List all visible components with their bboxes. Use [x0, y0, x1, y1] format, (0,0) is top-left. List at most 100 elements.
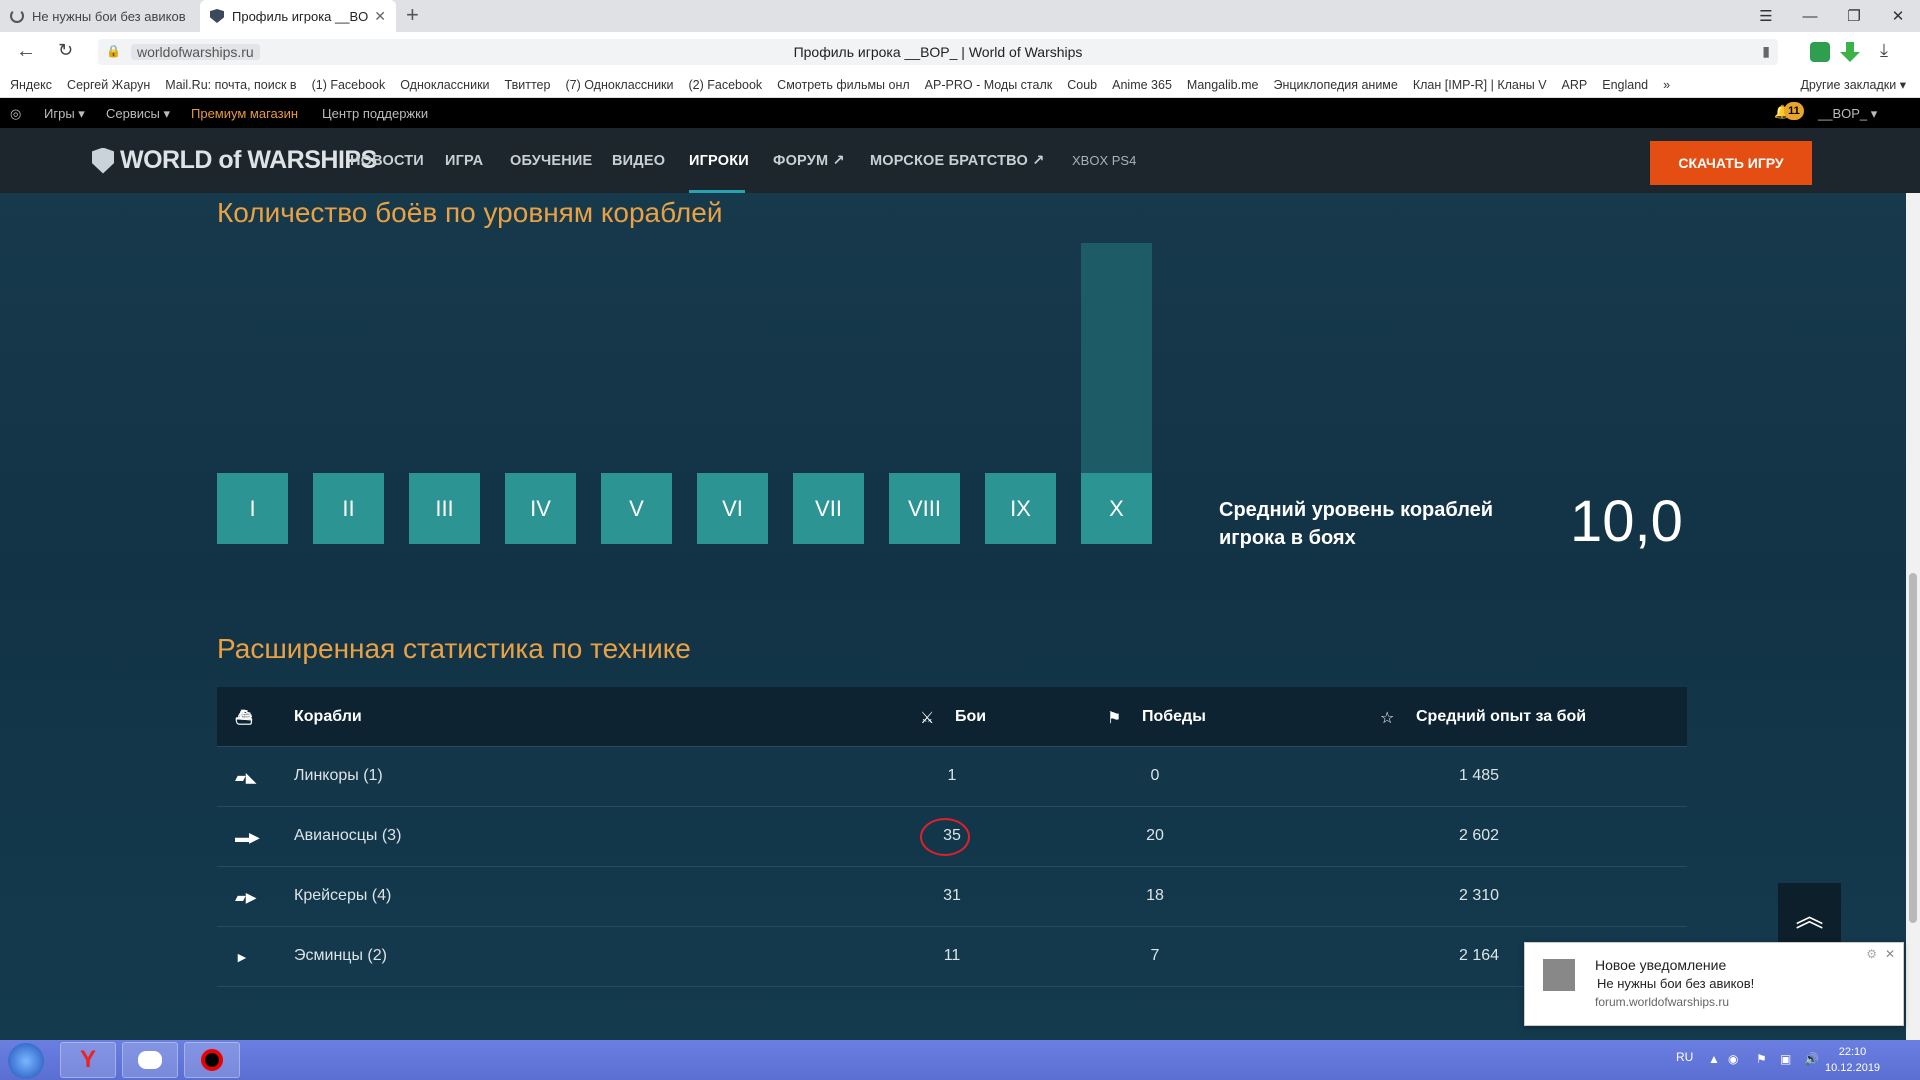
loading-icon: [10, 9, 24, 23]
bookmark-item[interactable]: (7) Одноклассники: [565, 78, 673, 92]
tier-column: IV: [505, 233, 576, 544]
discord-taskbar-button[interactable]: [122, 1042, 178, 1078]
bookmark-item[interactable]: Одноклассники: [400, 78, 489, 92]
nav-news[interactable]: НОВОСТИ: [350, 153, 424, 169]
bookmark-item[interactable]: Coub: [1067, 78, 1097, 92]
nav-game[interactable]: ИГРА: [445, 153, 483, 169]
tier-label[interactable]: VII: [793, 473, 864, 544]
wows-logo[interactable]: WORLD of WARSHIPS: [92, 146, 377, 175]
downloads-icon[interactable]: ⤓: [1880, 40, 1888, 61]
flag-icon[interactable]: ⚑: [1756, 1052, 1767, 1066]
avg-tier-value: 10,0: [1570, 489, 1683, 554]
download-game-button[interactable]: СКАЧАТЬ ИГРУ: [1650, 141, 1812, 185]
toast-title: Новое уведомление: [1595, 957, 1727, 973]
nav-forum[interactable]: ФОРУМ ↗: [773, 153, 845, 169]
tier-column: II: [313, 233, 384, 544]
taskbar-clock[interactable]: 22:10 10.12.2019: [1825, 1044, 1880, 1076]
tier-label[interactable]: III: [409, 473, 480, 544]
user-menu[interactable]: __BOP_ ▾: [1818, 106, 1877, 122]
close-icon[interactable]: ✕: [1885, 947, 1895, 961]
nav-players[interactable]: ИГРОКИ: [689, 153, 749, 169]
recorder-taskbar-button[interactable]: [184, 1042, 240, 1078]
extension-download-icon[interactable]: [1840, 42, 1860, 62]
minimize-icon[interactable]: —: [1788, 0, 1832, 32]
table-row[interactable]: ▰▶ Крейсеры (4) 31 18 2 310: [217, 867, 1687, 927]
language-indicator[interactable]: RU: [1676, 1050, 1693, 1064]
nav-learning[interactable]: ОБУЧЕНИЕ: [510, 153, 592, 169]
tray-app-icon[interactable]: ◉: [1728, 1052, 1738, 1066]
premium-shop-link[interactable]: Премиум магазин: [191, 106, 298, 121]
tier-label[interactable]: IV: [505, 473, 576, 544]
support-center-link[interactable]: Центр поддержки: [322, 106, 428, 121]
bookmarks-more-button[interactable]: »: [1663, 78, 1670, 92]
nav-video[interactable]: ВИДЕО: [612, 153, 665, 169]
bookmark-item[interactable]: Mail.Ru: почта, поиск в: [165, 78, 296, 92]
scroll-to-top-button[interactable]: ︽: [1778, 883, 1841, 947]
bookmark-item[interactable]: Anime 365: [1112, 78, 1172, 92]
gear-icon[interactable]: ⚙: [1866, 947, 1877, 961]
tier-label[interactable]: VI: [697, 473, 768, 544]
close-tab-icon[interactable]: ✕: [374, 8, 386, 25]
tray-expand-icon[interactable]: ▲: [1708, 1052, 1720, 1066]
bookmark-item[interactable]: (1) Facebook: [312, 78, 386, 92]
start-button-icon[interactable]: [8, 1043, 44, 1079]
restore-icon[interactable]: ❐: [1832, 0, 1876, 32]
close-window-icon[interactable]: ✕: [1876, 0, 1920, 32]
avg-tier-label: Средний уровень кораблей игрока в боях: [1219, 499, 1494, 549]
bookmark-item[interactable]: AP-PRO - Моды сталк: [925, 78, 1053, 92]
header-wins[interactable]: Победы: [1142, 708, 1206, 726]
browser-tab-1[interactable]: Не нужны бои без авиков: [0, 0, 200, 32]
table-row[interactable]: ▰◣ Линкоры (1) 1 0 1 485: [217, 747, 1687, 807]
notification-toast[interactable]: Новое уведомление Не нужны бои без авико…: [1524, 942, 1904, 1026]
bookmark-icon[interactable]: ▮: [1762, 43, 1770, 60]
bookmark-item[interactable]: (2) Facebook: [689, 78, 763, 92]
other-bookmarks[interactable]: Другие закладки ▾: [1800, 77, 1906, 92]
avg-xp-value: 2 602: [1458, 827, 1500, 844]
scrollbar-thumb[interactable]: [1909, 573, 1917, 923]
bookmark-item[interactable]: Твиттер: [505, 78, 551, 92]
table-row[interactable]: ▬▶ Авианосцы (3) 35 20 2 602: [217, 807, 1687, 867]
extension-shield-icon[interactable]: [1810, 42, 1830, 62]
tier-label[interactable]: VIII: [889, 473, 960, 544]
yandex-icon: Y: [79, 1046, 96, 1073]
nav-brotherhood[interactable]: МОРСКОЕ БРАТСТВО ↗: [870, 153, 1045, 169]
browser-tab-2[interactable]: Профиль игрока __BOP_ ✕: [200, 0, 396, 32]
bookmark-item[interactable]: Mangalib.me: [1187, 78, 1259, 92]
reload-icon[interactable]: ↻: [58, 40, 73, 61]
volume-icon[interactable]: 🔊: [1804, 1052, 1819, 1066]
tier-label[interactable]: V: [601, 473, 672, 544]
tier-label[interactable]: I: [217, 473, 288, 544]
nav-brotherhood-label: МОРСКОЕ БРАТСТВО: [870, 153, 1028, 169]
back-arrow-icon[interactable]: ←: [16, 40, 36, 63]
wargaming-logo-icon[interactable]: ◎: [10, 106, 21, 122]
tier-label[interactable]: II: [313, 473, 384, 544]
bookmark-item[interactable]: England: [1602, 78, 1648, 92]
table-row[interactable]: ► Эсминцы (2) 11 7 2 164: [217, 927, 1687, 987]
logo-text: WORLD of WARSHIPS: [120, 146, 377, 174]
header-battles[interactable]: Бои: [955, 708, 986, 726]
bookmark-item[interactable]: Яндекс: [10, 78, 52, 92]
ship-class-name: Эсминцы (2): [294, 947, 387, 964]
wins-value: 0: [1150, 767, 1160, 784]
network-icon[interactable]: ▣: [1780, 1052, 1791, 1066]
page-scrollbar[interactable]: [1906, 193, 1920, 1040]
ship-class-name: Линкоры (1): [294, 767, 383, 784]
url-field[interactable]: 🔒 worldofwarships.ru Профиль игрока __BO…: [98, 39, 1778, 65]
games-menu[interactable]: Игры ▾: [44, 106, 85, 122]
menu-icon[interactable]: ☰: [1744, 0, 1788, 32]
bookmark-item[interactable]: Сергей Жарун: [67, 78, 150, 92]
tier-label[interactable]: IX: [985, 473, 1056, 544]
bookmark-item[interactable]: ARP: [1562, 78, 1588, 92]
new-tab-button[interactable]: +: [406, 2, 419, 28]
bookmark-item[interactable]: Клан [IMP-R] | Кланы V: [1413, 78, 1547, 92]
platforms-links[interactable]: XBOX PS4: [1072, 153, 1136, 168]
header-ships[interactable]: Корабли: [294, 708, 362, 726]
services-menu[interactable]: Сервисы ▾: [106, 106, 170, 122]
bookmark-item[interactable]: Смотреть фильмы онл: [777, 78, 910, 92]
yandex-browser-taskbar-button[interactable]: Y: [60, 1042, 116, 1078]
tier-label[interactable]: X: [1081, 473, 1152, 544]
header-avg-xp[interactable]: Средний опыт за бой: [1416, 708, 1586, 726]
bookmark-item[interactable]: Энциклопедия аниме: [1273, 78, 1397, 92]
tier-bar: [1081, 243, 1152, 473]
ship-class-name: Крейсеры (4): [294, 887, 392, 904]
